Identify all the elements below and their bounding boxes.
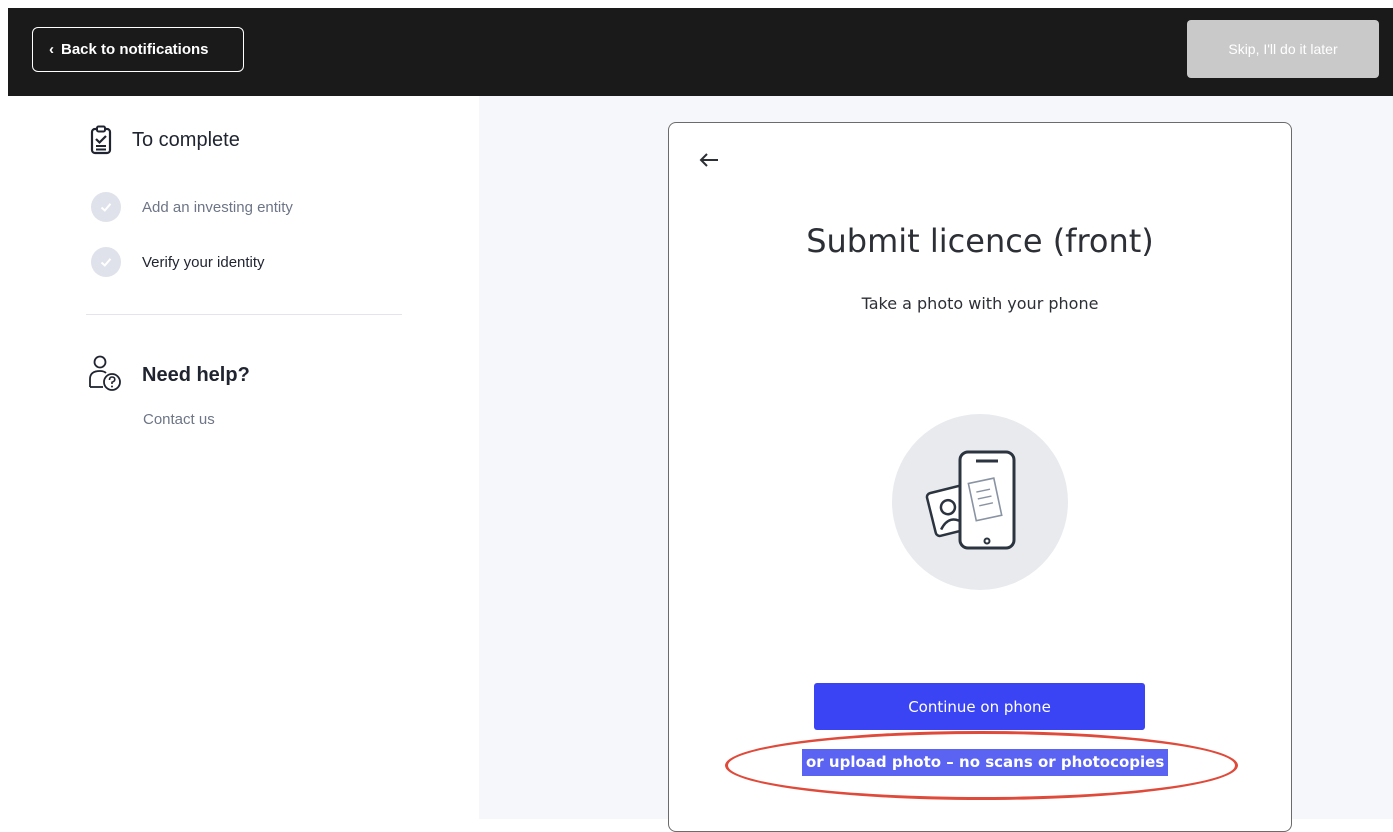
clipboard-check-icon [90, 125, 112, 155]
need-help-title: Need help? [142, 363, 250, 386]
phone-id-illustration [892, 414, 1068, 590]
to-complete-title: To complete [132, 128, 240, 151]
step-add-investing-entity[interactable]: Add an investing entity [91, 192, 293, 222]
arrow-left-icon[interactable] [698, 148, 722, 172]
card-subtitle: Take a photo with your phone [861, 294, 1099, 313]
left-edge [0, 0, 8, 96]
help-person-icon [88, 355, 122, 395]
skip-button[interactable]: Skip, I'll do it later [1187, 20, 1379, 78]
sidebar-divider [86, 314, 402, 315]
top-bar: ‹ Back to notifications Skip, I'll do it… [0, 0, 1393, 96]
upload-photo-link[interactable]: or upload photo – no scans or photocopie… [802, 749, 1169, 776]
continue-on-phone-button[interactable]: Continue on phone [814, 683, 1145, 730]
step-label: Add an investing entity [142, 198, 293, 216]
skip-button-label: Skip, I'll do it later [1228, 41, 1338, 57]
card-title: Submit licence (front) [806, 222, 1154, 260]
contact-us-link[interactable]: Contact us [143, 411, 215, 428]
check-icon [91, 192, 121, 222]
chevron-left-icon: ‹ [49, 41, 54, 58]
continue-button-label: Continue on phone [908, 697, 1051, 716]
back-to-notifications-button[interactable]: ‹ Back to notifications [32, 27, 244, 72]
need-help-header: Need help? [88, 355, 250, 395]
top-edge [0, 0, 1393, 8]
check-icon [91, 247, 121, 277]
step-label: Verify your identity [142, 253, 265, 271]
back-button-label: Back to notifications [61, 41, 209, 58]
step-verify-identity[interactable]: Verify your identity [91, 247, 265, 277]
to-complete-header: To complete [90, 125, 240, 155]
